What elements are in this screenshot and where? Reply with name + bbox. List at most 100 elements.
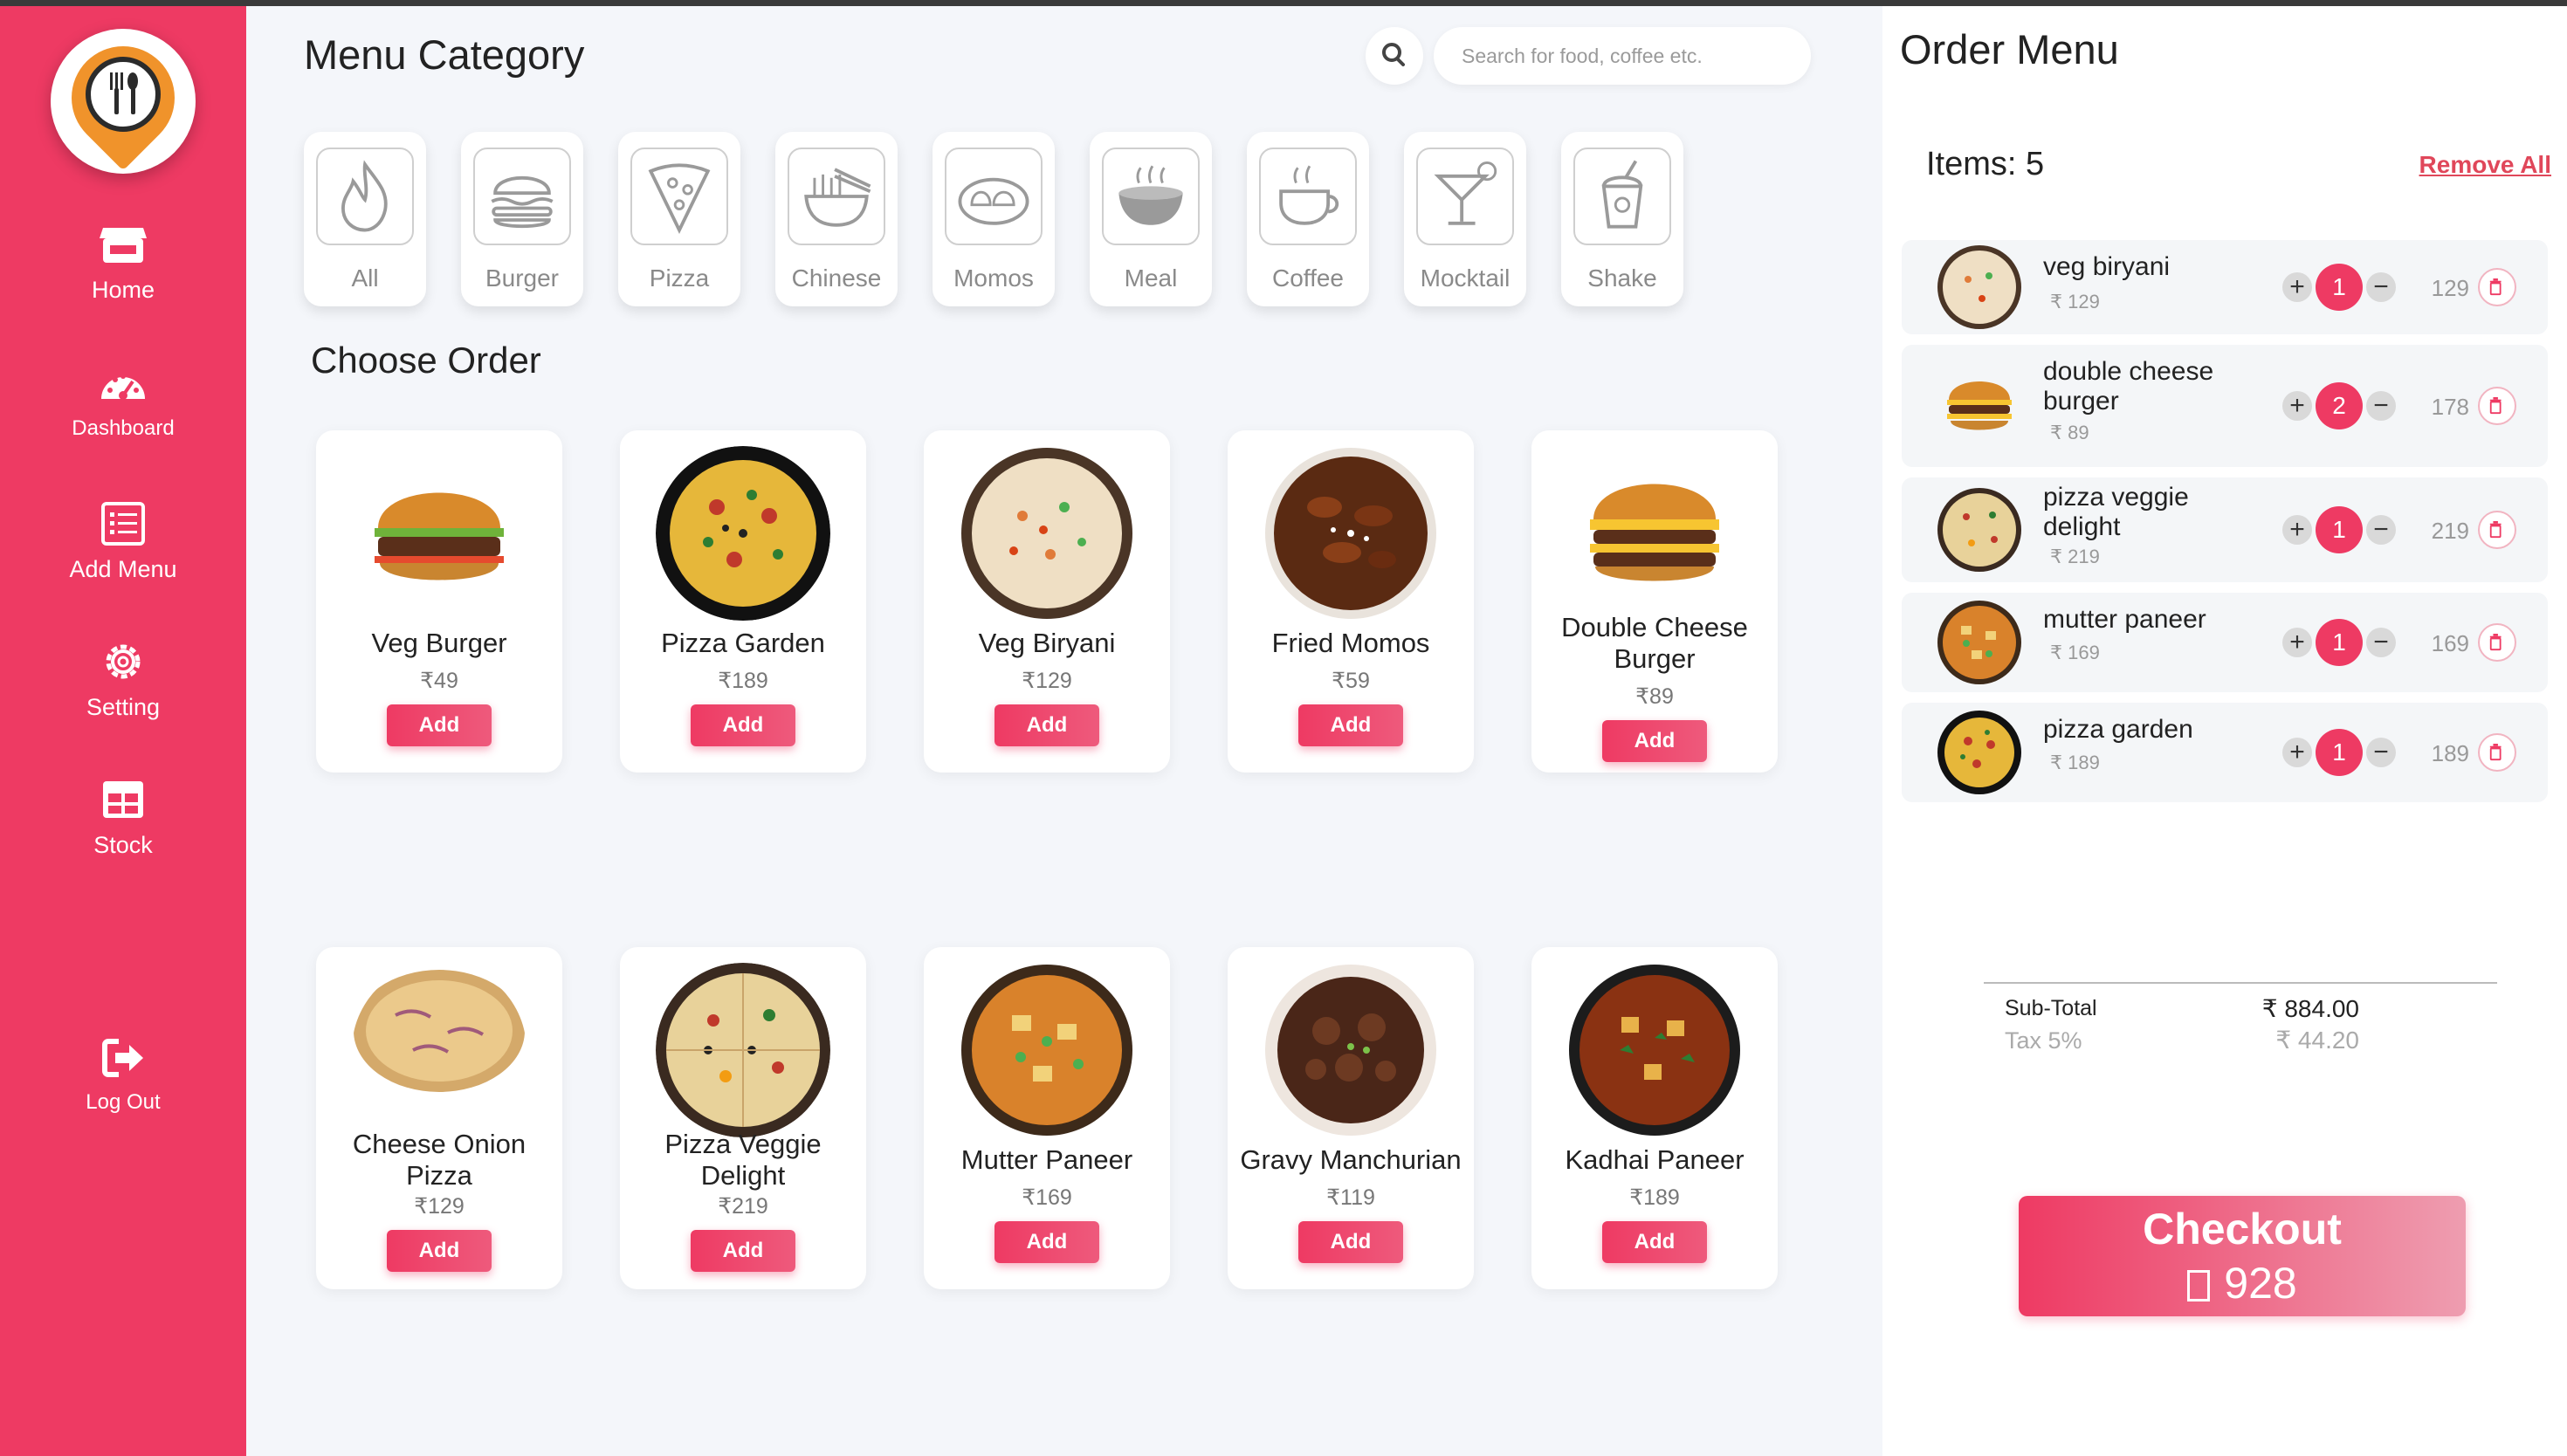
food-price: ₹59 — [1332, 669, 1370, 693]
logout-icon — [102, 1039, 143, 1077]
food-card: Kadhai Paneer ₹189 Add — [1531, 947, 1778, 1289]
remove-all-link[interactable]: Remove All — [2419, 151, 2551, 179]
increase-qty-button[interactable]: + — [2282, 391, 2312, 421]
add-button[interactable]: Add — [994, 704, 1099, 746]
order-item-name: double cheese burger — [2043, 357, 2214, 416]
search-input[interactable] — [1434, 27, 1811, 85]
order-panel: Order Menu Items: 5 Remove All veg birya… — [1882, 6, 2567, 1456]
delete-item-button[interactable] — [2478, 733, 2516, 772]
mutter-paneer-image — [961, 965, 1132, 1136]
food-card: Cheese Onion Pizza ₹129 Add — [316, 947, 562, 1289]
veg-biryani-image — [961, 448, 1132, 619]
category-momos[interactable]: Momos — [933, 132, 1055, 306]
order-item-total: 178 — [2431, 394, 2469, 420]
category-pizza[interactable]: Pizza — [618, 132, 740, 306]
food-price: ₹219 — [718, 1194, 768, 1219]
sidebar-item-dashboard[interactable]: Dashboard — [0, 361, 246, 441]
food-price: ₹89 — [1635, 684, 1674, 709]
sidebar: Home Dashboard Add Menu Setting Stock Lo… — [0, 6, 246, 1456]
add-button[interactable]: Add — [1298, 704, 1403, 746]
mutter-paneer-thumb — [1937, 601, 2021, 684]
category-label: Pizza — [649, 264, 710, 292]
category-burger[interactable]: Burger — [461, 132, 583, 306]
decrease-qty-button[interactable]: − — [2366, 738, 2396, 767]
order-item-qty: 1 — [2316, 506, 2363, 553]
veg-biryani-thumb — [1937, 245, 2021, 329]
category-label: Mocktail — [1420, 264, 1511, 292]
increase-qty-button[interactable]: + — [2282, 272, 2312, 302]
food-card: Veg Biryani ₹129 Add — [924, 430, 1170, 773]
food-name: Mutter Paneer — [960, 1144, 1133, 1175]
main-content: Menu Category All Burger Pizza — [246, 6, 1882, 1456]
category-coffee[interactable]: Coffee — [1247, 132, 1369, 306]
category-label: Meal — [1124, 264, 1178, 292]
add-button[interactable]: Add — [387, 1230, 492, 1272]
sidebar-item-label: Home — [91, 277, 155, 303]
add-button[interactable]: Add — [691, 1230, 795, 1272]
category-label: Chinese — [791, 264, 882, 292]
veg-burger-image — [375, 492, 504, 580]
order-item-row: veg biryani ₹ 129 + 1 − 129 — [1902, 240, 2548, 334]
category-shake[interactable]: Shake — [1561, 132, 1683, 306]
category-chinese[interactable]: Chinese — [775, 132, 898, 306]
sidebar-item-home[interactable]: Home — [0, 221, 246, 304]
coffee-icon — [1259, 148, 1357, 245]
pizza-garden-thumb — [1937, 711, 2021, 794]
sidebar-item-setting[interactable]: Setting — [0, 638, 246, 721]
menu-category-title: Menu Category — [304, 31, 585, 78]
decrease-qty-button[interactable]: − — [2366, 391, 2396, 421]
sidebar-item-stock[interactable]: Stock — [0, 776, 246, 859]
flame-icon — [316, 148, 414, 245]
decrease-qty-button[interactable]: − — [2366, 628, 2396, 657]
shake-icon — [1573, 148, 1671, 245]
increase-qty-button[interactable]: + — [2282, 515, 2312, 545]
search-button[interactable] — [1366, 27, 1423, 85]
sidebar-item-add-menu[interactable]: Add Menu — [0, 500, 246, 583]
category-label: Momos — [953, 264, 1034, 292]
food-card: Mutter Paneer ₹169 Add — [924, 947, 1170, 1289]
add-button[interactable]: Add — [1298, 1221, 1403, 1263]
sidebar-item-label: Log Out — [86, 1090, 161, 1114]
decrease-qty-button[interactable]: − — [2366, 272, 2396, 302]
items-count: Items: 5 — [1926, 146, 2045, 182]
category-mocktail[interactable]: Mocktail — [1404, 132, 1526, 306]
sidebar-item-label: Stock — [93, 832, 153, 858]
sidebar-item-label: Add Menu — [69, 556, 177, 582]
category-label: All — [351, 264, 379, 292]
order-menu-title: Order Menu — [1900, 26, 2119, 72]
add-button[interactable]: Add — [387, 704, 492, 746]
mocktail-icon — [1416, 148, 1514, 245]
add-button[interactable]: Add — [691, 704, 795, 746]
checkout-amount: 928 — [2224, 1259, 2297, 1308]
category-label: Shake — [1587, 264, 1657, 292]
checkout-button[interactable]: Checkout 928 — [2019, 1196, 2466, 1316]
summary-divider — [1984, 982, 2497, 984]
trash-icon — [2489, 278, 2502, 296]
add-button[interactable]: Add — [994, 1221, 1099, 1263]
food-price: ₹129 — [414, 1194, 465, 1219]
list-icon — [101, 502, 145, 546]
add-button[interactable]: Add — [1602, 1221, 1707, 1263]
order-item-row: double cheese burger ₹ 89 + 2 − 178 — [1902, 345, 2548, 467]
cheese-onion-pizza-image — [354, 970, 525, 1092]
category-meal[interactable]: Meal — [1090, 132, 1212, 306]
category-all[interactable]: All — [304, 132, 426, 306]
add-button[interactable]: Add — [1602, 720, 1707, 762]
food-name: Pizza Veggie Delight — [664, 1129, 822, 1191]
delete-item-button[interactable] — [2478, 511, 2516, 549]
delete-item-button[interactable] — [2478, 387, 2516, 425]
meal-icon — [1102, 148, 1200, 245]
increase-qty-button[interactable]: + — [2282, 738, 2312, 767]
tax-label: Tax 5% — [2005, 1027, 2082, 1054]
order-item-total: 219 — [2431, 518, 2469, 544]
order-item-name: pizza veggie delight — [2043, 483, 2189, 541]
choose-order-title: Choose Order — [311, 340, 541, 381]
delete-item-button[interactable] — [2478, 268, 2516, 306]
delete-item-button[interactable] — [2478, 623, 2516, 662]
order-item-unit-price: ₹ 219 — [2050, 546, 2100, 567]
food-card: Pizza Veggie Delight ₹219 Add — [620, 947, 866, 1289]
sidebar-item-logout[interactable]: Log Out — [0, 1034, 246, 1115]
increase-qty-button[interactable]: + — [2282, 628, 2312, 657]
kadhai-paneer-image — [1569, 965, 1740, 1136]
decrease-qty-button[interactable]: − — [2366, 515, 2396, 545]
